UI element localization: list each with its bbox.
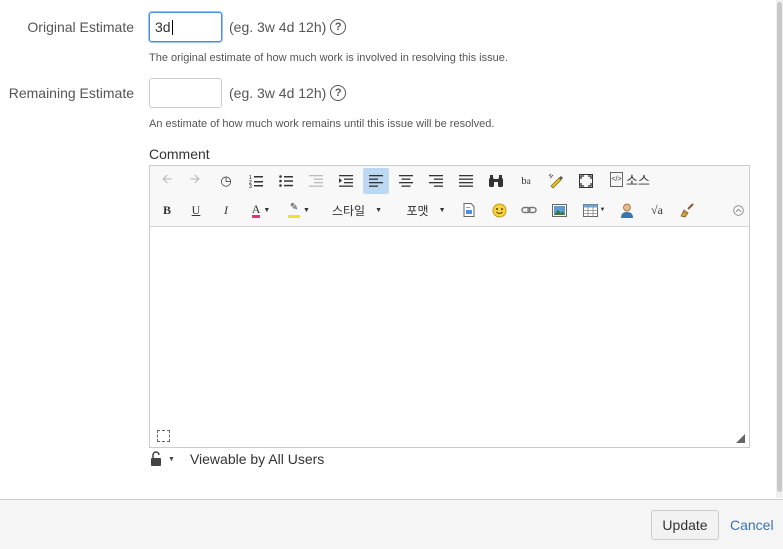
scrollbar-thumb[interactable] [777,2,782,492]
original-estimate-input[interactable]: 3d [149,12,222,42]
dialog-footer: Update Cancel [0,499,783,549]
clean-icon[interactable] [676,199,698,221]
italic-icon[interactable]: I [215,199,237,221]
outdent-icon[interactable] [305,170,327,192]
style-label: 스타일 [331,203,366,218]
maximize-icon[interactable] [575,170,597,192]
format-dropdown[interactable]: 포맷 ▼ [403,199,449,221]
chevron-down-icon: ▼ [303,206,310,214]
original-estimate-description: The original estimate of how much work i… [149,52,508,64]
undo-icon[interactable]: 🡨 [156,170,178,192]
source-label: 소스 [626,172,650,188]
remaining-estimate-input[interactable] [149,78,222,108]
remaining-estimate-hint-row: (eg. 3w 4d 12h) ? [229,85,347,101]
editor-toolbar: 🡨 🡪 ◷ 123 ba </> 소스 B U I A ▼ ✎ ▼ 스타일 ▼ … [150,166,749,227]
bullet-list-icon[interactable] [275,170,297,192]
replace-icon[interactable]: ba [515,170,537,192]
align-right-icon[interactable] [425,170,447,192]
comment-editor: 🡨 🡪 ◷ 123 ba </> 소스 B U I A ▼ ✎ ▼ 스타일 ▼ … [149,165,750,448]
chevron-down-icon: ▼ [168,455,175,463]
highlight-color-icon[interactable]: ✎ ▼ [284,199,314,221]
question-circle-icon[interactable]: ? [330,85,347,101]
visibility-label: Viewable by All Users [189,451,325,467]
template-icon[interactable] [458,199,480,221]
bold-icon[interactable]: B [156,199,178,221]
question-circle-icon[interactable]: ? [330,19,347,35]
chevron-down-icon: ▼ [599,207,606,213]
remaining-estimate-hint: (eg. 3w 4d 12h) [229,85,327,101]
redo-icon[interactable]: 🡪 [184,170,206,192]
remaining-estimate-label: Remaining Estimate [8,85,134,101]
scrollbar[interactable] [776,0,783,498]
math-icon[interactable]: √a [646,199,668,221]
source-button[interactable]: </> 소스 [608,168,652,190]
chevron-down-icon: ▼ [263,206,271,214]
original-estimate-hint-row: (eg. 3w 4d 12h) ? [229,19,347,35]
history-icon[interactable]: ◷ [215,170,237,192]
original-estimate-label: Original Estimate [27,19,134,35]
link-icon[interactable] [518,199,540,221]
find-icon[interactable] [485,170,507,192]
indent-icon[interactable] [335,170,357,192]
align-center-icon[interactable] [395,170,417,192]
source-icon: </> [610,171,624,187]
style-dropdown[interactable]: 스타일 ▼ [328,199,386,221]
table-icon[interactable]: ▼ [580,199,608,221]
comment-textarea[interactable] [150,227,749,447]
chevron-down-icon: ▼ [438,206,446,214]
comment-label: Comment [149,146,210,162]
text-color-icon[interactable]: A ▼ [246,199,276,221]
format-label: 포맷 [406,203,429,218]
original-estimate-value: 3d [155,19,171,35]
image-icon[interactable] [548,199,570,221]
unlock-icon[interactable] [150,451,164,467]
user-icon[interactable] [616,199,638,221]
format-painter-icon[interactable] [545,170,567,192]
emoticon-icon[interactable] [488,199,510,221]
svg-text:3: 3 [249,184,252,188]
numbered-list-icon[interactable]: 123 [245,170,267,192]
remaining-estimate-description: An estimate of how much work remains unt… [149,118,495,130]
collapse-toolbar-icon[interactable] [731,203,745,217]
text-caret [171,19,173,35]
align-left-icon[interactable] [363,168,389,194]
original-estimate-hint: (eg. 3w 4d 12h) [229,19,327,35]
show-blocks-icon[interactable] [157,430,170,442]
justify-icon[interactable] [455,170,477,192]
update-button[interactable]: Update [651,510,719,540]
underline-icon[interactable]: U [185,199,207,221]
chevron-down-icon: ▼ [375,206,383,214]
visibility-selector[interactable]: ▼ Viewable by All Users [150,451,324,467]
resize-handle[interactable] [736,434,745,443]
cancel-link[interactable]: Cancel [730,517,774,533]
